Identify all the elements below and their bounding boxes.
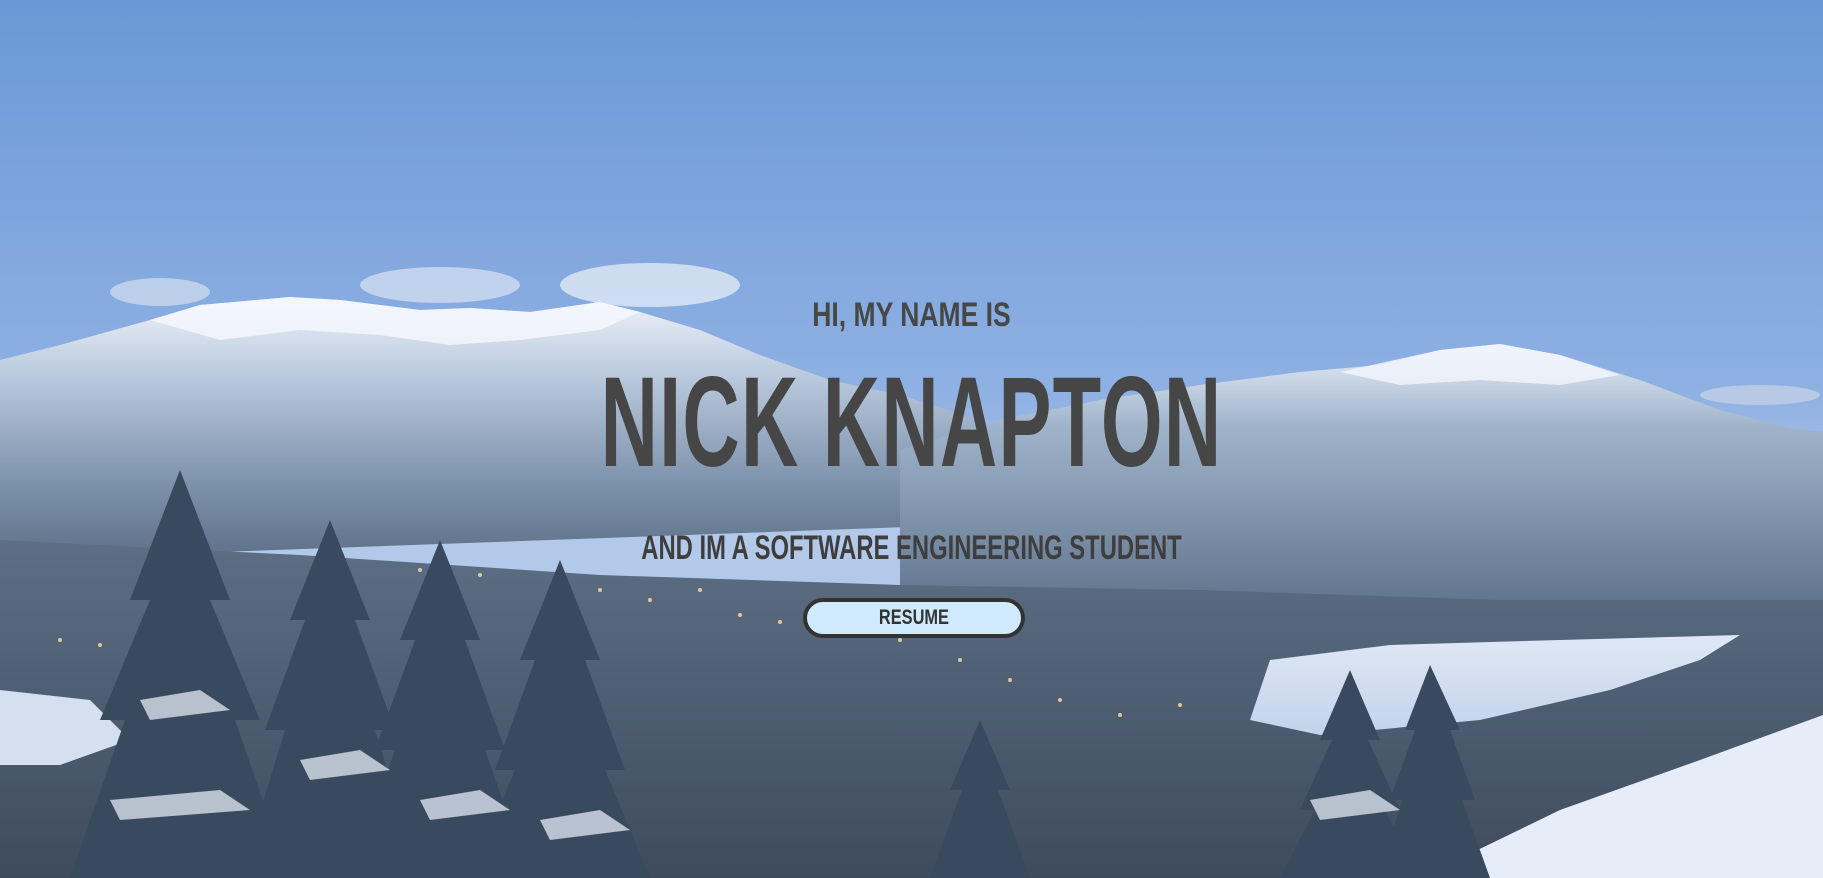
hero-section: HI, MY NAME IS NICK KNAPTON AND IM A SOF… bbox=[0, 0, 1823, 878]
hero-subtitle: AND IM A SOFTWARE ENGINEERING STUDENT bbox=[641, 529, 1182, 567]
resume-button[interactable]: RESUME bbox=[803, 598, 1025, 638]
resume-button-label: RESUME bbox=[878, 606, 950, 629]
greeting-text: HI, MY NAME IS bbox=[812, 296, 1011, 334]
hero-name-title: NICK KNAPTON bbox=[600, 351, 1223, 494]
hero-content: HI, MY NAME IS NICK KNAPTON AND IM A SOF… bbox=[0, 0, 1823, 878]
